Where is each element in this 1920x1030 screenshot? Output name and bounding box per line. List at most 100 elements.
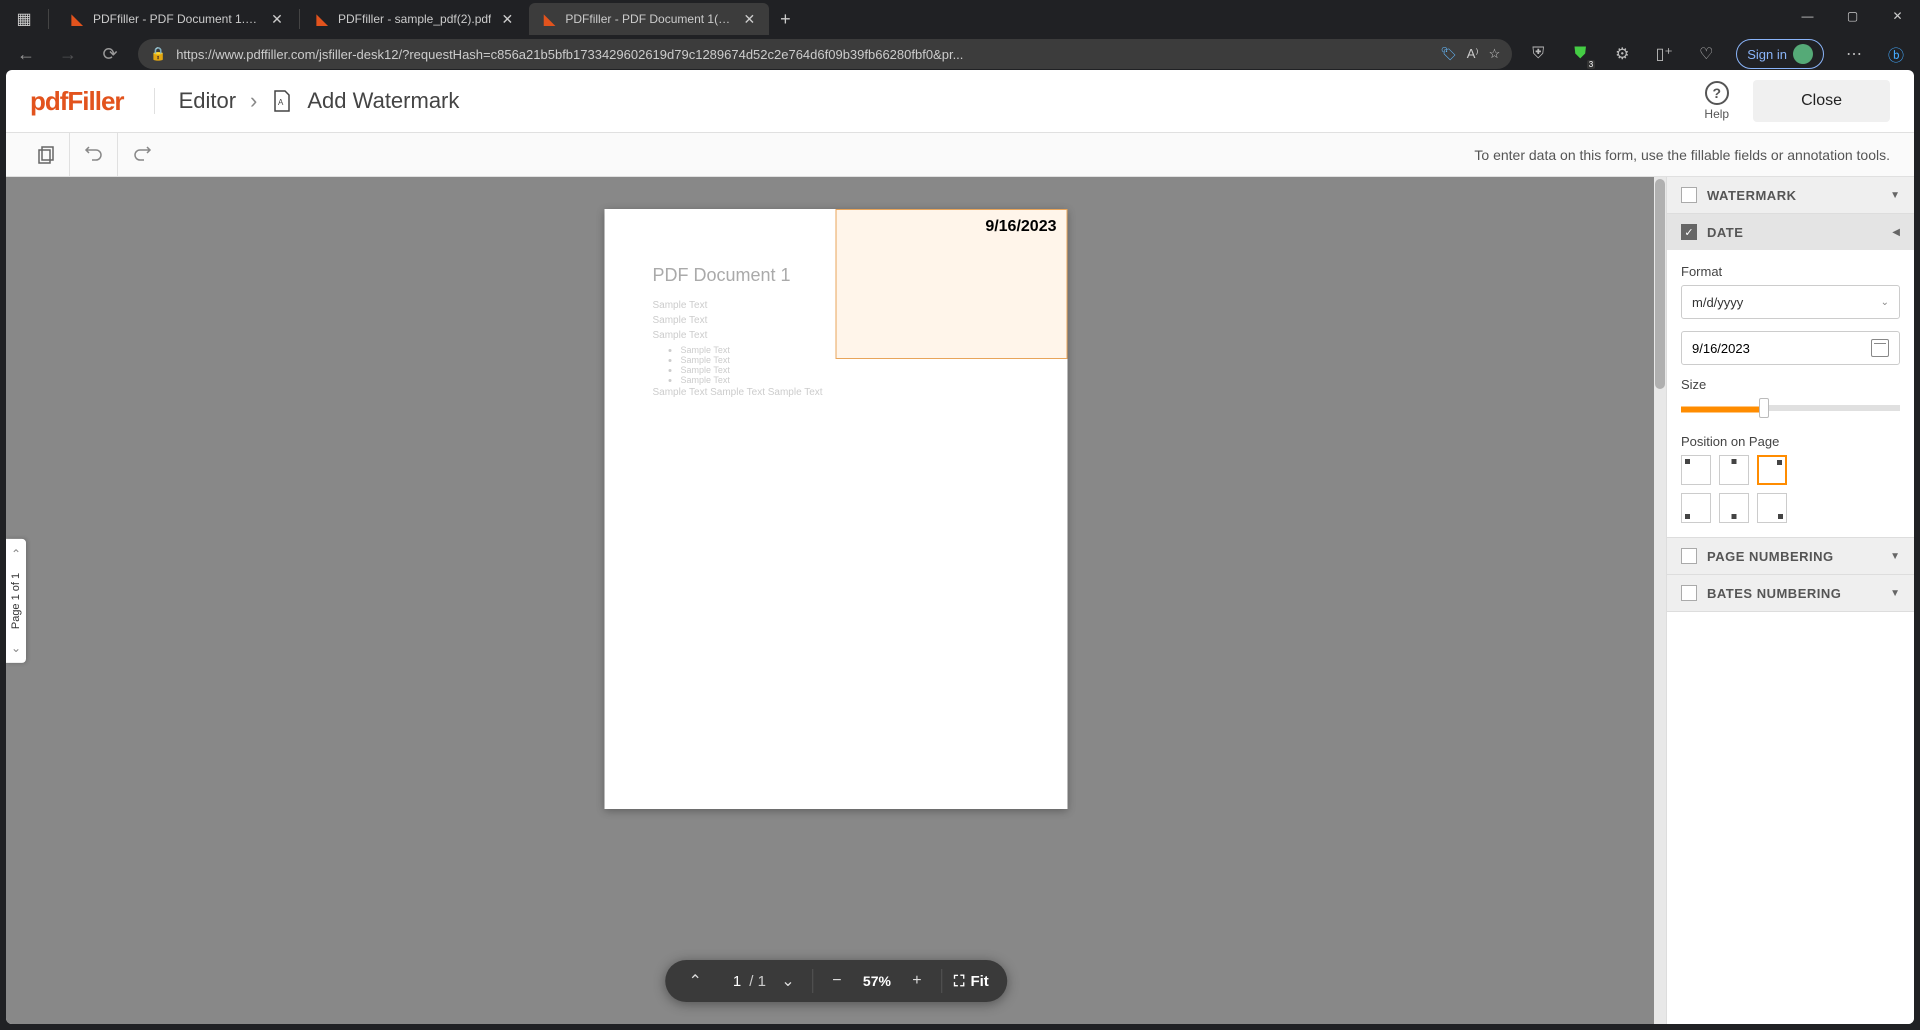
help-button[interactable]: ? Help — [1692, 77, 1741, 125]
pages-panel-button[interactable] — [22, 133, 70, 177]
close-tab-icon[interactable]: ✕ — [269, 11, 285, 27]
breadcrumb: Editor › A Add Watermark — [154, 88, 460, 114]
format-select[interactable]: m/d/yyyy ⌄ — [1681, 285, 1900, 319]
zoom-bar: ⌃ / 1 ⌄ − 57% + ⛶ Fit — [665, 960, 1007, 1002]
tab-title: PDFfiller - sample_pdf(2).pdf — [338, 12, 491, 26]
collections-icon[interactable]: ▯⁺ — [1652, 42, 1676, 66]
breadcrumb-current: Add Watermark — [307, 88, 459, 114]
position-bottom-right[interactable] — [1757, 493, 1787, 523]
app-header: pdfFiller Editor › A Add Watermark ? Hel… — [6, 70, 1914, 133]
url-text: https://www.pdffiller.com/jsfiller-desk1… — [176, 47, 1430, 62]
close-tab-icon[interactable]: ✕ — [741, 11, 757, 27]
maximize-button[interactable]: ▢ — [1830, 0, 1875, 32]
page-up-icon[interactable]: ⌃ — [11, 546, 21, 560]
price-tag-icon[interactable]: 🏷 — [1440, 46, 1457, 62]
tab-bar: ▦ ◣ PDFfiller - PDF Document 1.pdf ✕ ◣ P… — [0, 0, 1920, 38]
shield-icon[interactable]: ⛨ — [1526, 42, 1550, 66]
date-input[interactable] — [1681, 331, 1900, 365]
close-button[interactable]: Close — [1753, 80, 1890, 122]
scrollbar-thumb[interactable] — [1655, 179, 1665, 389]
bates-numbering-section: BATES NUMBERING ▼ — [1667, 575, 1914, 612]
prev-page-button[interactable]: ⌃ — [681, 967, 709, 995]
app: pdfFiller Editor › A Add Watermark ? Hel… — [6, 70, 1914, 1024]
bates-numbering-section-head[interactable]: BATES NUMBERING ▼ — [1667, 575, 1914, 611]
tab-actions-icon[interactable]: ▦ — [8, 3, 40, 35]
redo-button[interactable] — [118, 133, 166, 177]
main: ⌃ Page 1 of 1 ⌄ 9/16/2023 PDF Document 1… — [6, 177, 1914, 1024]
pdffiller-favicon-icon: ◣ — [69, 11, 85, 27]
help-icon: ? — [1705, 81, 1729, 105]
date-section-body: Format m/d/yyyy ⌄ Size Po — [1667, 250, 1914, 537]
undo-button[interactable] — [70, 133, 118, 177]
watermark-checkbox[interactable] — [1681, 187, 1697, 203]
close-tab-icon[interactable]: ✕ — [499, 11, 515, 27]
watermark-section-head[interactable]: WATERMARK ▼ — [1667, 177, 1914, 213]
page-total: / 1 — [749, 973, 766, 990]
date-section-head[interactable]: ✓ DATE ◀ — [1667, 214, 1914, 250]
window-controls: — ▢ ✕ — [1785, 0, 1920, 32]
pdf-page[interactable]: 9/16/2023 PDF Document 1 Sample Text Sam… — [605, 209, 1068, 809]
favorites-icon[interactable]: ♡ — [1694, 42, 1718, 66]
lock-icon: 🔒 — [150, 46, 166, 62]
scrollbar[interactable] — [1654, 177, 1666, 1024]
url-field[interactable]: 🔒 https://www.pdffiller.com/jsfiller-des… — [138, 39, 1512, 69]
logo: pdfFiller — [30, 86, 124, 117]
caret-left-icon: ◀ — [1892, 227, 1900, 238]
position-top-center[interactable] — [1719, 455, 1749, 485]
adguard-icon[interactable]: ⛊3 — [1568, 42, 1592, 66]
position-bottom-left[interactable] — [1681, 493, 1711, 523]
date-checkbox[interactable]: ✓ — [1681, 224, 1697, 240]
format-label: Format — [1681, 264, 1900, 279]
page-numbering-section-title: PAGE NUMBERING — [1707, 549, 1880, 564]
date-watermark-box[interactable]: 9/16/2023 — [836, 209, 1068, 359]
signin-label: Sign in — [1747, 47, 1787, 62]
read-aloud-icon[interactable]: A⁾ — [1467, 46, 1479, 62]
date-input-field[interactable] — [1692, 341, 1871, 356]
browser-tab-2[interactable]: ◣ PDFfiller - PDF Document 1(1).pd ✕ — [529, 3, 769, 35]
browser-tab-1[interactable]: ◣ PDFfiller - sample_pdf(2).pdf ✕ — [302, 3, 527, 35]
favorite-icon[interactable]: ☆ — [1489, 46, 1501, 62]
zoom-out-button[interactable]: − — [823, 967, 851, 995]
canvas-area[interactable]: ⌃ Page 1 of 1 ⌄ 9/16/2023 PDF Document 1… — [6, 177, 1666, 1024]
slider-thumb[interactable] — [1759, 398, 1769, 418]
size-slider[interactable] — [1681, 398, 1900, 418]
fit-icon: ⛶ — [954, 973, 965, 990]
refresh-button[interactable]: ⟳ — [96, 40, 124, 68]
next-page-button[interactable]: ⌄ — [774, 967, 802, 995]
toolbar: To enter data on this form, use the fill… — [6, 133, 1914, 177]
minimize-button[interactable]: — — [1785, 0, 1830, 32]
new-tab-button[interactable]: + — [771, 5, 799, 33]
bates-numbering-checkbox[interactable] — [1681, 585, 1697, 601]
page-numbering-section: PAGE NUMBERING ▼ — [1667, 538, 1914, 575]
extensions-icon[interactable]: ⚙ — [1610, 42, 1634, 66]
browser-chrome: ▦ ◣ PDFfiller - PDF Document 1.pdf ✕ ◣ P… — [0, 0, 1920, 70]
chevron-right-icon: › — [250, 88, 257, 114]
size-label: Size — [1681, 377, 1900, 392]
back-button[interactable]: ← — [12, 40, 40, 68]
page-input[interactable] — [717, 973, 741, 990]
fit-button[interactable]: ⛶ Fit — [942, 973, 1001, 990]
caret-down-icon: ▼ — [1890, 190, 1900, 201]
page-nav-label: Page 1 of 1 — [10, 572, 22, 628]
watermark-section: WATERMARK ▼ — [1667, 177, 1914, 214]
page-nav-tab[interactable]: ⌃ Page 1 of 1 ⌄ — [6, 538, 26, 662]
chevron-down-icon: ⌄ — [1881, 297, 1889, 308]
calendar-icon[interactable] — [1871, 339, 1889, 357]
format-value: m/d/yyyy — [1692, 295, 1743, 310]
breadcrumb-root[interactable]: Editor — [179, 88, 236, 114]
page-numbering-section-head[interactable]: PAGE NUMBERING ▼ — [1667, 538, 1914, 574]
sample-footer: Sample Text Sample Text Sample Text — [653, 387, 1020, 398]
close-window-button[interactable]: ✕ — [1875, 0, 1920, 32]
position-top-left[interactable] — [1681, 455, 1711, 485]
bing-icon[interactable]: ⓑ — [1884, 42, 1908, 66]
zoom-in-button[interactable]: + — [903, 967, 931, 995]
bates-numbering-section-title: BATES NUMBERING — [1707, 586, 1880, 601]
date-watermark-text: 9/16/2023 — [847, 218, 1057, 236]
signin-button[interactable]: Sign in — [1736, 39, 1824, 69]
position-top-right[interactable] — [1757, 455, 1787, 485]
browser-tab-0[interactable]: ◣ PDFfiller - PDF Document 1.pdf ✕ — [57, 3, 297, 35]
page-down-icon[interactable]: ⌄ — [11, 641, 21, 655]
page-numbering-checkbox[interactable] — [1681, 548, 1697, 564]
more-icon[interactable]: ⋯ — [1842, 42, 1866, 66]
position-bottom-center[interactable] — [1719, 493, 1749, 523]
